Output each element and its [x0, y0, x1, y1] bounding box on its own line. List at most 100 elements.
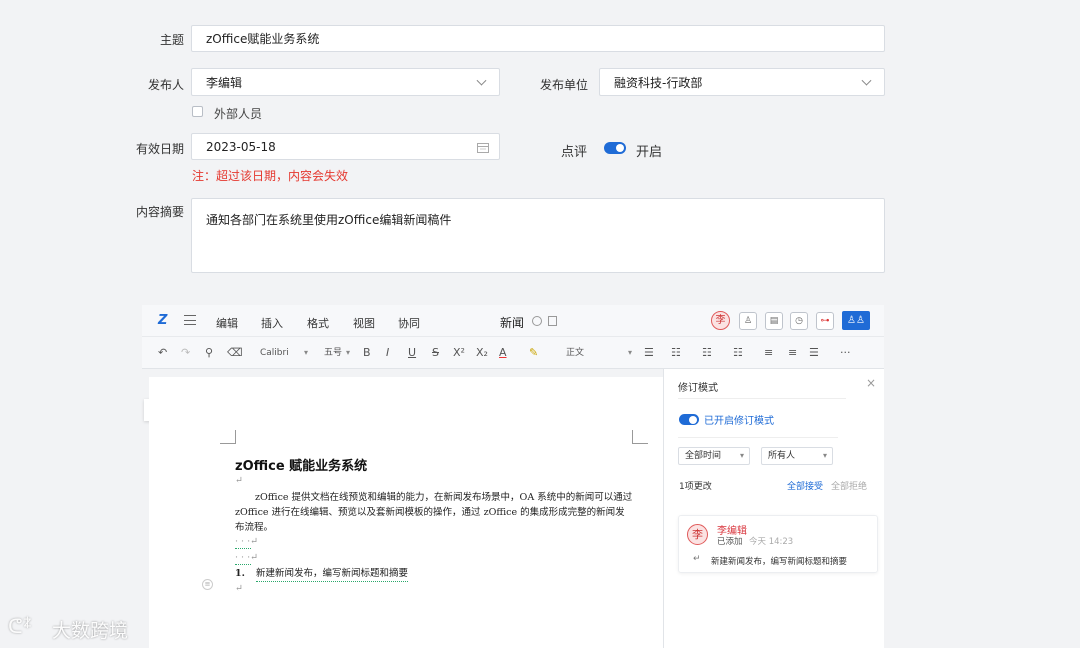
revision-time: 今天 14:23	[749, 537, 794, 547]
menu-collab[interactable]: 协同	[398, 315, 420, 331]
unit-value: 融资科技-行政部	[614, 75, 703, 90]
revision-enabled-label: 已开启修订模式	[704, 416, 774, 427]
revision-change-text: 新建新闻发布，编写新闻标题和摘要	[711, 557, 848, 567]
document-editor: Z 编辑 插入 格式 视图 协同 新闻 李 ♙ ▤ ◷ ⊶ ♙♙ ↶ ↷ ⚲ ⌫…	[142, 305, 884, 648]
calendar-icon	[477, 143, 489, 153]
summary-label: 内容摘要	[135, 205, 184, 219]
paragraph-mark: · · ·↵	[235, 536, 259, 547]
redo-icon[interactable]: ↷	[181, 346, 190, 359]
multilevel-list-icon[interactable]: ☷	[733, 346, 743, 359]
clear-format-icon[interactable]: ⌫	[227, 346, 243, 359]
inserted-mark	[235, 564, 251, 565]
undo-icon[interactable]: ↶	[158, 346, 167, 359]
subject-value: zOffice赋能业务系统	[206, 32, 320, 46]
comment-toggle[interactable]	[604, 142, 626, 154]
comment-state: 开启	[636, 145, 663, 160]
author-avatar: 李	[687, 524, 708, 545]
paragraph-mark: · · ·↵	[235, 552, 259, 563]
person-filter-select[interactable]: 所有人	[761, 447, 833, 465]
menu-bar: Z 编辑 插入 格式 视图 协同 新闻 李 ♙ ▤ ◷ ⊶ ♙♙	[142, 305, 884, 337]
date-label: 有效日期	[135, 142, 184, 156]
indent-decrease-icon[interactable]: ≡	[764, 346, 773, 359]
numbered-list-icon[interactable]: ☷	[702, 346, 712, 359]
external-checkbox[interactable]	[192, 106, 203, 117]
hamburger-menu-icon[interactable]	[184, 315, 196, 325]
revision-panel: 修订模式 × 已开启修订模式 全部时间 所有人 1项更改 全部接受 全部拒绝 李…	[663, 369, 884, 648]
chevron-down-icon	[476, 75, 487, 86]
highlight-icon[interactable]: ✎	[529, 346, 538, 359]
change-count: 1项更改	[679, 482, 712, 492]
document-area: ▤ zOffice 赋能业务系统 ↵ zOffice 提供文档在线预览和编辑的能…	[142, 369, 663, 648]
subject-label: 主题	[159, 33, 184, 47]
subscript-button[interactable]: X₂	[476, 346, 488, 359]
align-icon[interactable]: ☰	[644, 346, 654, 359]
publisher-select[interactable]: 李编辑	[191, 68, 500, 96]
document-page[interactable]: zOffice 赋能业务系统 ↵ zOffice 提供文档在线预览和编辑的能力，…	[149, 377, 663, 648]
line-spacing-icon[interactable]: ☰	[809, 346, 819, 359]
indent-increase-icon[interactable]: ≡	[788, 346, 797, 359]
superscript-button[interactable]: X²	[453, 346, 465, 359]
app-logo: Z	[158, 313, 168, 328]
history-icon[interactable]: ◷	[790, 312, 808, 330]
comment-label: 点评	[561, 145, 588, 160]
collaborators-button[interactable]: ♙♙	[842, 311, 870, 330]
publisher-value: 李编辑	[206, 75, 243, 90]
user-avatar[interactable]: 李	[711, 311, 730, 330]
revision-panel-title: 修订模式	[678, 383, 718, 394]
revision-toggle[interactable]	[679, 414, 699, 425]
unit-label: 发布单位	[539, 78, 588, 92]
comment-icon[interactable]: ▤	[765, 312, 783, 330]
paragraph-mark: ↵	[235, 475, 243, 486]
format-painter-icon[interactable]: ⚲	[205, 346, 213, 359]
revision-action: 已添加	[717, 537, 743, 547]
paragraph-style-select[interactable]: 正文	[560, 345, 634, 361]
inserted-mark	[235, 548, 251, 549]
strikethrough-button[interactable]: S	[432, 346, 439, 359]
external-label: 外部人员	[214, 107, 263, 121]
summary-value: 通知各部门在系统里使用zOffice编辑新闻稿件	[206, 213, 452, 227]
date-note: 注：超过该日期，内容会失效	[192, 169, 349, 183]
font-size-select[interactable]: 五号	[318, 345, 352, 361]
underline-button[interactable]: U	[408, 346, 416, 359]
doc-title: zOffice 赋能业务系统	[235, 459, 368, 474]
accept-all-button[interactable]: 全部接受	[787, 479, 823, 492]
menu-edit[interactable]: 编辑	[216, 315, 238, 331]
panel-divider	[678, 398, 846, 399]
margin-corner	[632, 430, 648, 444]
format-toolbar: ↶ ↷ ⚲ ⌫ Calibri 五号 B I U S X² X₂ A ✎ 正文 …	[142, 337, 884, 369]
paragraph-mark: ↵	[693, 554, 701, 564]
bold-button[interactable]: B	[363, 346, 371, 359]
subject-input[interactable]: zOffice赋能业务系统	[191, 25, 885, 52]
revision-card[interactable]: 李 李编辑 已添加 今天 14:23 ↵ 新建新闻发布，编写新闻标题和摘要	[678, 515, 878, 573]
list-handle-icon[interactable]: ≡	[202, 579, 213, 590]
watermark-text: 大数跨境	[52, 620, 129, 642]
doc-paragraph: zOffice 提供文档在线预览和编辑的能力，在新闻发布场景中，OA 系统中的新…	[235, 492, 633, 533]
date-input[interactable]: 2023-05-18	[191, 133, 500, 160]
more-button[interactable]: ···	[840, 346, 851, 359]
reject-all-button[interactable]: 全部拒绝	[831, 479, 867, 492]
doc-name[interactable]: 新闻	[500, 314, 524, 331]
paragraph-mark: ↵	[235, 583, 243, 594]
summary-textarea[interactable]: 通知各部门在系统里使用zOffice编辑新闻稿件	[191, 198, 885, 273]
margin-corner	[220, 430, 236, 444]
menu-view[interactable]: 视图	[353, 315, 375, 331]
chevron-down-icon	[861, 75, 872, 86]
unit-select[interactable]: 融资科技-行政部	[599, 68, 885, 96]
list-item-text: 新建新闻发布，编写新闻标题和摘要	[256, 566, 409, 582]
check-circle-icon	[532, 316, 542, 326]
publisher-label: 发布人	[147, 78, 184, 92]
font-select[interactable]: Calibri	[254, 345, 310, 361]
revision-track-icon[interactable]: ⊶	[816, 312, 834, 330]
time-filter-select[interactable]: 全部时间	[678, 447, 750, 465]
person-icon[interactable]: ♙	[739, 312, 757, 330]
bullet-list-icon[interactable]: ☷	[671, 346, 681, 359]
watermark-logo-icon: ᕦᙇ	[8, 614, 32, 638]
menu-insert[interactable]: 插入	[261, 315, 283, 331]
menu-format[interactable]: 格式	[307, 315, 329, 331]
list-number: 1.	[235, 568, 245, 579]
save-icon[interactable]	[548, 316, 557, 326]
italic-button[interactable]: I	[386, 346, 389, 359]
font-color-button[interactable]: A	[499, 346, 507, 359]
date-value: 2023-05-18	[206, 139, 276, 154]
close-icon[interactable]: ×	[866, 376, 876, 390]
